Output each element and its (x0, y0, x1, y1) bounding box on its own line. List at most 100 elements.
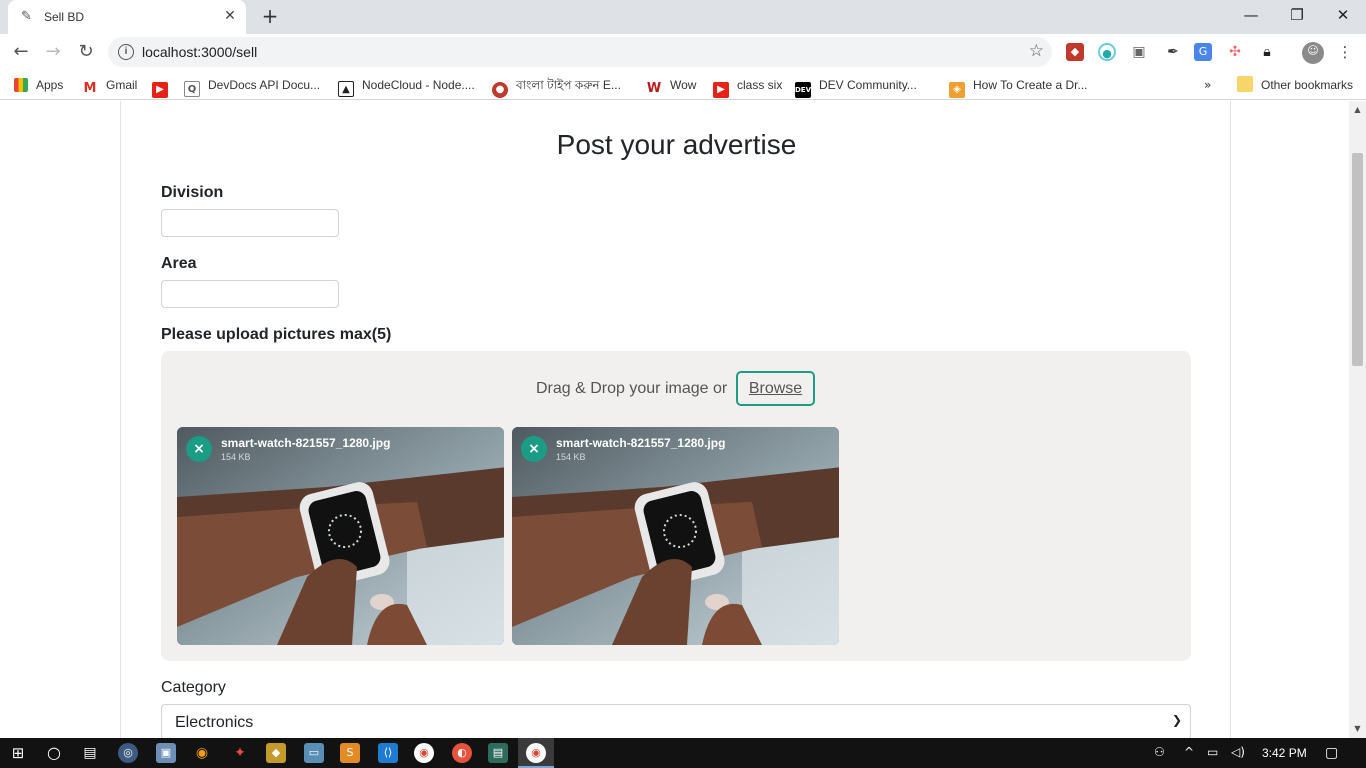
search-circle-icon[interactable]: ○ (44, 743, 64, 763)
upload-label: Please upload pictures max(5) (161, 326, 392, 343)
forward-arrow-icon[interactable]: → (41, 40, 65, 64)
sublime-text-icon[interactable]: S (340, 743, 360, 763)
youtube-icon: ▶ (713, 82, 729, 98)
bookmark-dev-community[interactable]: DEV DEV Community... (795, 76, 917, 98)
wow-icon: W (646, 81, 662, 97)
profile-avatar[interactable]: ☺ (1302, 42, 1324, 64)
tab-close-icon[interactable]: ✕ (222, 8, 238, 24)
share-icon[interactable]: ✣ (1226, 43, 1244, 61)
bookmark-label: Gmail (106, 78, 138, 92)
restore-icon[interactable]: ❐ (1274, 0, 1320, 32)
browser-toolbar: ← → ↻ i localhost:3000/sell ☆ ◆ ● ▣ ✒ G … (0, 34, 1366, 70)
postman-icon[interactable]: ◐ (452, 743, 472, 763)
scroll-up-icon[interactable]: ▲ (1349, 103, 1366, 117)
tab-title: Sell BD (44, 10, 85, 24)
bookmark-label: বাংলা টাইপ করুন E... (516, 78, 621, 92)
windows-start-icon[interactable]: ⊞ (8, 743, 28, 763)
youtube-icon: ▶ (152, 82, 168, 98)
apps-grid-icon (14, 78, 28, 92)
camera-icon[interactable]: ▣ (1130, 43, 1148, 61)
dev-icon: DEV (795, 82, 811, 98)
extension-red-icon[interactable]: ◆ (1066, 43, 1084, 61)
nodecloud-icon: ▲ (338, 81, 354, 97)
bookmark-apps[interactable]: Apps (14, 76, 63, 94)
category-select[interactable]: Electronics ❯ (161, 704, 1191, 738)
page-title: Post your advertise (556, 129, 797, 160)
url-text: localhost:3000/sell (142, 44, 258, 60)
app-tools-icon[interactable]: ✦ (230, 743, 250, 763)
bookmark-wow[interactable]: W Wow (646, 76, 697, 97)
reload-icon[interactable]: ↻ (74, 40, 98, 64)
area-input[interactable] (161, 280, 339, 308)
app-computer-icon[interactable]: ▭ (304, 743, 324, 763)
gmail-icon: M (82, 81, 98, 97)
browser-tab[interactable]: ✎ Sell BD ✕ (8, 0, 246, 34)
chrome-icon[interactable]: ◉ (414, 743, 434, 763)
folder-icon (1237, 76, 1253, 92)
volume-icon[interactable]: ◁) (1231, 745, 1245, 759)
bookmarks-overflow-icon[interactable]: » (1204, 76, 1211, 94)
network-icon[interactable]: ▭ (1207, 745, 1218, 759)
page-favicon-icon: ✎ (21, 9, 32, 24)
scrollbar-thumb[interactable] (1352, 153, 1363, 366)
file-name: smart-watch-821557_1280.jpg (556, 436, 726, 450)
page-scrollbar[interactable]: ▲ ▼ (1349, 101, 1366, 738)
address-bar[interactable]: i localhost:3000/sell ☆ (108, 37, 1052, 67)
new-tab-plus-icon[interactable]: + (260, 6, 280, 26)
app-git-icon[interactable]: ◆ (266, 743, 286, 763)
people-icon[interactable]: ⚇ (1154, 745, 1165, 759)
uploaded-image-card: × smart-watch-821557_1280.jpg 154 KB (512, 427, 839, 645)
back-arrow-icon[interactable]: ← (9, 40, 33, 64)
bangla-type-icon: ● (492, 82, 508, 98)
translate-icon[interactable]: G (1194, 43, 1212, 61)
bookmark-label: NodeCloud - Node.... (362, 78, 475, 92)
lock-extension-icon[interactable]: 🔒︎ (1258, 43, 1276, 61)
task-view-icon[interactable]: ▤ (80, 743, 100, 763)
division-input[interactable] (161, 209, 339, 237)
division-label: Division (161, 184, 224, 201)
dropzone-text: Drag & Drop your image or (536, 380, 728, 397)
window-close-icon[interactable]: ✕ (1320, 0, 1366, 32)
site-info-icon[interactable]: i (118, 44, 134, 60)
bookmark-devdocs[interactable]: Q DevDocs API Docu... (184, 76, 321, 97)
other-bookmarks[interactable]: Other bookmarks (1237, 76, 1353, 94)
bookmark-bangla-type[interactable]: ● বাংলা টাইপ করুন E... (492, 76, 621, 98)
file-size: 154 KB (556, 452, 586, 462)
extension-circle-icon[interactable]: ● (1098, 43, 1116, 61)
app-fire-icon[interactable]: ◉ (192, 743, 212, 763)
app-globe-icon[interactable]: ◎ (118, 743, 138, 763)
image-dropzone[interactable]: Drag & Drop your image or Browse × smart… (161, 351, 1191, 661)
minimize-icon[interactable]: — (1228, 0, 1274, 32)
eyedropper-icon[interactable]: ✒ (1164, 43, 1182, 61)
bookmark-youtube[interactable]: ▶ (152, 76, 176, 98)
category-label: Category (161, 679, 226, 696)
file-name: smart-watch-821557_1280.jpg (221, 436, 391, 450)
bookmarks-bar: Apps M Gmail ▶ Q DevDocs API Docu... ▲ Node… (0, 70, 1366, 100)
sell-form-container: Post your advertise Division Area Please… (120, 101, 1231, 738)
bookmark-nodecloud[interactable]: ▲ NodeCloud - Node.... (338, 76, 475, 97)
bookmark-star-icon[interactable]: ☆ (1029, 41, 1044, 61)
remove-file-icon[interactable]: × (521, 436, 547, 462)
chrome-active-icon[interactable]: ◉ (526, 743, 546, 763)
browse-button[interactable]: Browse (736, 371, 815, 406)
bookmark-class-six[interactable]: ▶ class six (713, 76, 782, 98)
bookmark-label: DEV Community... (819, 78, 917, 92)
bookmark-label: Apps (36, 78, 64, 92)
windows-taskbar: ⊞ ○ ▤ ◎ ▣ ◉ ✦ ◆ ▭ S ⟨⟩ ◉ ◐ ▤ ◉ ⚇ ^ ▭ ◁) … (0, 738, 1366, 768)
bookmark-label: DevDocs API Docu... (208, 78, 321, 92)
bookmark-how-to-create[interactable]: ◈ How To Create a Dr... (949, 76, 1088, 98)
bookmark-gmail[interactable]: M Gmail (82, 76, 138, 97)
app-window-icon[interactable]: ▣ (156, 743, 176, 763)
bookmark-label: Wow (670, 78, 697, 92)
remove-file-icon[interactable]: × (186, 436, 212, 462)
tray-chevron-up-icon[interactable]: ^ (1184, 745, 1194, 759)
uploaded-image-card: × smart-watch-821557_1280.jpg 154 KB (177, 427, 504, 645)
taskbar-clock[interactable]: 3:42 PM (1262, 746, 1307, 760)
vscode-icon[interactable]: ⟨⟩ (378, 743, 398, 763)
app-terminal-icon[interactable]: ▤ (488, 743, 508, 763)
file-size: 154 KB (221, 452, 251, 462)
page-viewport: Post your advertise Division Area Please… (0, 101, 1366, 738)
menu-kebab-icon[interactable]: ⋮ (1336, 43, 1354, 61)
scroll-down-icon[interactable]: ▼ (1349, 722, 1366, 736)
notification-icon[interactable]: ▢ (1325, 745, 1338, 761)
